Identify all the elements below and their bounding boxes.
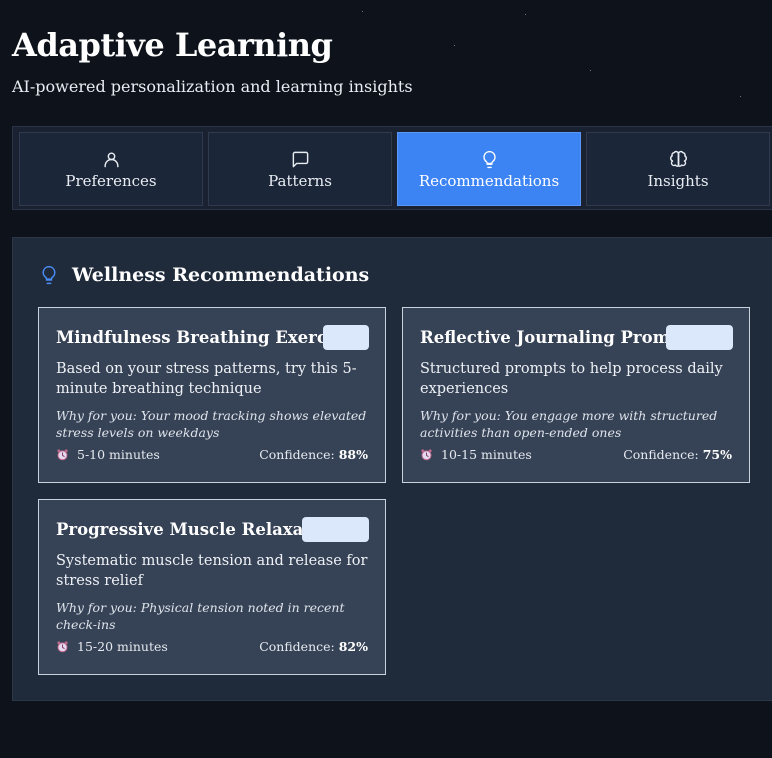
category-badge	[302, 517, 369, 542]
background-star	[454, 45, 455, 46]
confidence-value: 82%	[338, 639, 368, 654]
user-icon	[102, 148, 121, 170]
card-title: Mindfulness Breathing Exercise	[56, 328, 353, 347]
card-description: Systematic muscle tension and release fo…	[56, 553, 368, 589]
confidence-value: 88%	[338, 447, 368, 462]
tab-label: Patterns	[268, 172, 332, 190]
duration-text: 5-10 minutes	[77, 447, 160, 462]
card-footer: 15-20 minutes Confidence: 82%	[56, 639, 368, 654]
card-reason: Why for you: Your mood tracking shows el…	[56, 408, 367, 440]
tab-label: Insights	[647, 172, 709, 190]
page-subtitle: AI-powered personalization and learning …	[12, 77, 413, 96]
recommendation-card[interactable]: Reflective Journaling Prompts Structured…	[402, 307, 750, 483]
duration-text: 10-15 minutes	[441, 447, 532, 462]
confidence-label: Confidence:	[259, 639, 335, 654]
tab-bar: Preferences Patterns Recommendations Ins…	[12, 126, 772, 210]
duration: 15-20 minutes	[56, 639, 168, 654]
page-title: Adaptive Learning	[12, 26, 333, 64]
card-description: Based on your stress patterns, try this …	[56, 361, 357, 397]
background-star	[740, 96, 741, 97]
alarm-clock-icon	[420, 448, 433, 461]
confidence: Confidence: 82%	[259, 639, 368, 654]
category-badge	[323, 325, 369, 350]
confidence: Confidence: 88%	[259, 447, 368, 462]
card-description: Structured prompts to help process daily…	[420, 361, 723, 397]
recommendation-card[interactable]: Progressive Muscle Relaxation Systematic…	[38, 499, 386, 675]
brain-icon	[669, 148, 688, 170]
tab-label: Preferences	[65, 172, 157, 190]
tab-recommendations[interactable]: Recommendations	[397, 132, 581, 206]
card-reason: Why for you: You engage more with struct…	[420, 408, 718, 440]
background-star	[362, 11, 363, 12]
confidence-label: Confidence:	[259, 447, 335, 462]
lightbulb-icon	[480, 148, 499, 170]
tab-preferences[interactable]: Preferences	[19, 132, 203, 206]
card-footer: 10-15 minutes Confidence: 75%	[420, 447, 732, 462]
confidence-label: Confidence:	[623, 447, 699, 462]
confidence: Confidence: 75%	[623, 447, 732, 462]
alarm-clock-icon	[56, 640, 69, 653]
background-star	[590, 70, 591, 71]
recommendations-panel: Wellness Recommendations Mindfulness Bre…	[12, 237, 772, 701]
duration: 5-10 minutes	[56, 447, 160, 462]
tab-insights[interactable]: Insights	[586, 132, 770, 206]
duration: 10-15 minutes	[420, 447, 532, 462]
section-header: Wellness Recommendations	[39, 264, 369, 286]
tab-label: Recommendations	[418, 172, 560, 190]
category-badge	[666, 325, 733, 350]
background-star	[525, 14, 526, 15]
message-square-icon	[291, 148, 310, 170]
lightbulb-icon	[39, 264, 59, 286]
card-title: Progressive Muscle Relaxation	[56, 520, 341, 539]
alarm-clock-icon	[56, 448, 69, 461]
section-title: Wellness Recommendations	[72, 264, 370, 286]
card-title: Reflective Journaling Prompts	[420, 328, 699, 347]
card-footer: 5-10 minutes Confidence: 88%	[56, 447, 368, 462]
card-reason: Why for you: Physical tension noted in r…	[56, 600, 345, 632]
recommendation-card[interactable]: Mindfulness Breathing Exercise Based on …	[38, 307, 386, 483]
confidence-value: 75%	[702, 447, 732, 462]
duration-text: 15-20 minutes	[77, 639, 168, 654]
tab-patterns[interactable]: Patterns	[208, 132, 392, 206]
